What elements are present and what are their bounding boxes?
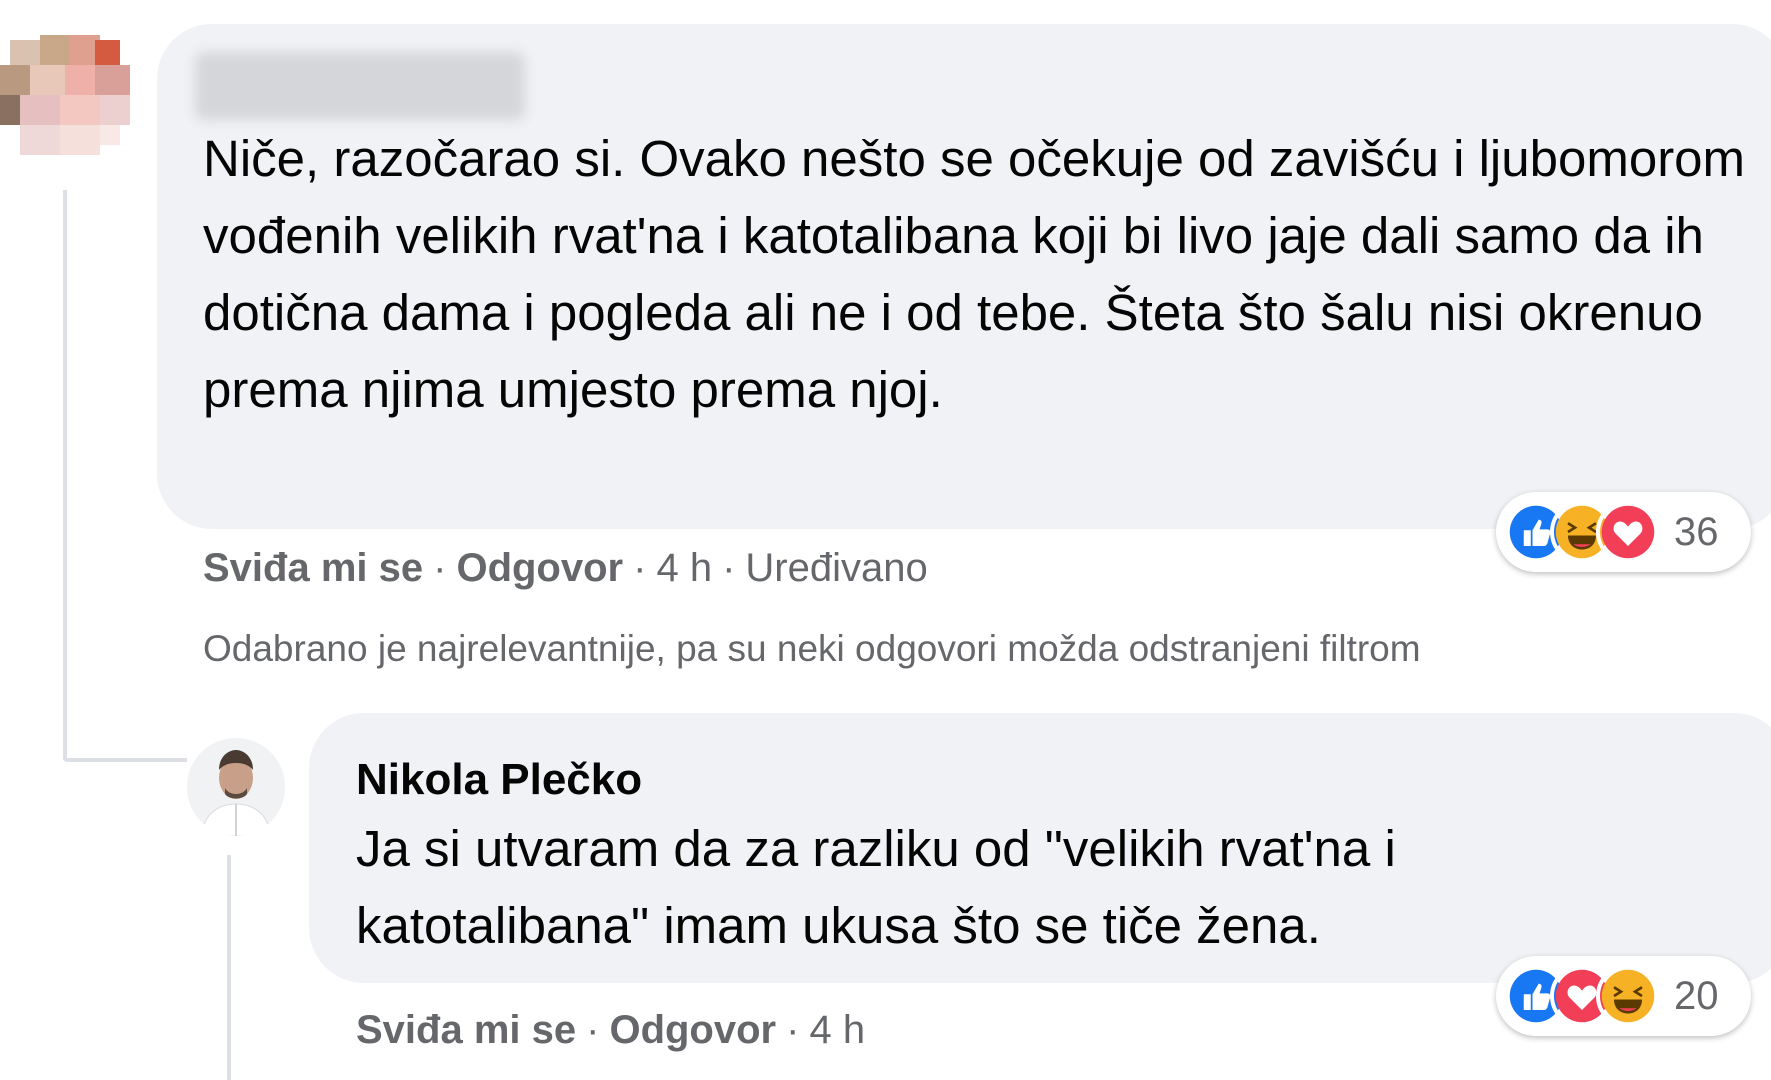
pixelated-avatar-icon — [0, 30, 135, 165]
person-avatar-icon — [187, 738, 285, 836]
reply-thread-line — [227, 855, 231, 1080]
thread-line-vertical — [63, 190, 67, 760]
reply-avatar[interactable] — [187, 738, 285, 836]
reply-reactions[interactable]: 20 — [1496, 956, 1751, 1036]
reply-author-name[interactable]: Nikola Plečko — [356, 755, 642, 805]
separator-dot: · — [433, 546, 447, 590]
separator-dot: · — [633, 546, 647, 590]
reply-actions: Sviđa mi se · Odgovor · 4 h — [356, 1008, 865, 1053]
commenter-avatar[interactable] — [0, 30, 135, 165]
haha-icon — [1596, 964, 1660, 1028]
thread-line-elbow — [63, 758, 187, 762]
comment-reaction-count: 36 — [1674, 509, 1719, 554]
separator-dot: · — [586, 1008, 600, 1052]
reply-like-link[interactable]: Sviđa mi se — [356, 1008, 576, 1052]
reply-time[interactable]: 4 h — [809, 1008, 865, 1052]
comment-text: Niče, razočarao si. Ovako nešto se očeku… — [203, 130, 1746, 418]
comment-edited-label[interactable]: Uređivano — [745, 546, 927, 590]
separator-dot: · — [786, 1008, 800, 1052]
separator-dot: · — [722, 546, 736, 590]
reply-reaction-count: 20 — [1674, 973, 1719, 1018]
filter-note: Odabrano je najrelevantnije, pa su neki … — [203, 628, 1421, 669]
comment-time[interactable]: 4 h — [656, 546, 712, 590]
reply-text: Ja si utvaram da za razliku od "velikih … — [356, 820, 1396, 954]
comment-reactions[interactable]: 36 — [1496, 492, 1751, 572]
commenter-name-blurred[interactable] — [195, 52, 525, 120]
comment-actions: Sviđa mi se · Odgovor · 4 h · Uređivano — [203, 546, 928, 591]
reply-reply-link[interactable]: Odgovor — [609, 1008, 776, 1052]
comment-like-link[interactable]: Sviđa mi se — [203, 546, 423, 590]
love-icon — [1596, 500, 1660, 564]
comment-reply-link[interactable]: Odgovor — [456, 546, 623, 590]
